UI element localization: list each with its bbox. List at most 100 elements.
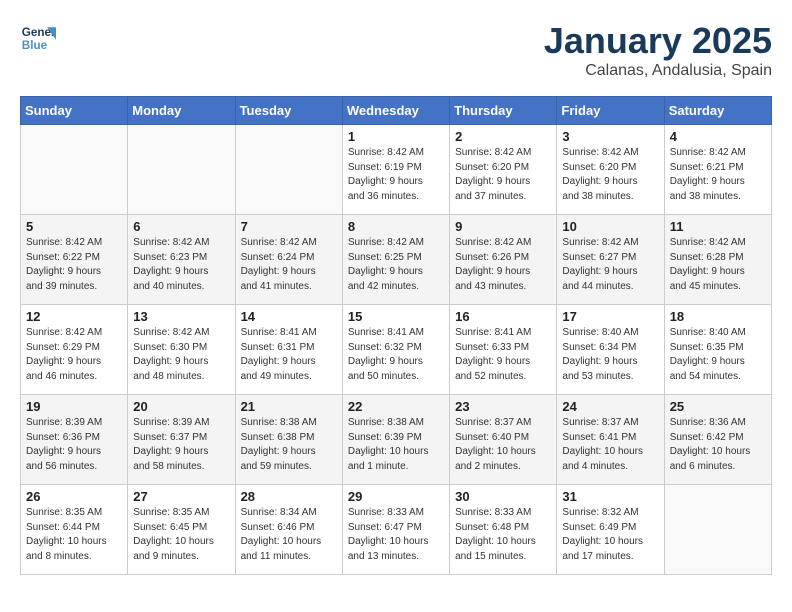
calendar-cell: 12Sunrise: 8:42 AM Sunset: 6:29 PM Dayli…: [21, 305, 128, 395]
header-row: SundayMondayTuesdayWednesdayThursdayFrid…: [21, 97, 772, 125]
calendar-cell: 28Sunrise: 8:34 AM Sunset: 6:46 PM Dayli…: [235, 485, 342, 575]
day-info: Sunrise: 8:42 AM Sunset: 6:26 PM Dayligh…: [455, 236, 551, 294]
title-block: January 2025 Calanas, Andalusia, Spain: [544, 20, 772, 80]
logo-icon: General Blue: [20, 20, 56, 56]
day-number: 6: [133, 219, 229, 234]
day-number: 19: [26, 399, 122, 414]
calendar-cell: 31Sunrise: 8:32 AM Sunset: 6:49 PM Dayli…: [557, 485, 664, 575]
day-info: Sunrise: 8:33 AM Sunset: 6:48 PM Dayligh…: [455, 506, 551, 564]
calendar-cell: 8 Sunrise: 8:42 AM Sunset: 6:25 PM Daylig…: [342, 215, 449, 305]
day-number: 20: [133, 399, 229, 414]
calendar-cell: 27Sunrise: 8:35 AM Sunset: 6:45 PM Dayli…: [128, 485, 235, 575]
logo: General Blue General Blue: [20, 20, 56, 56]
day-number: 28: [241, 489, 337, 504]
calendar-cell: 4 Sunrise: 8:42 AM Sunset: 6:21 PM Daylig…: [664, 125, 771, 215]
calendar-cell: 18 Sunrise: 8:40 AM Sunset: 6:35 PM Dayli…: [664, 305, 771, 395]
calendar-cell: 10 Sunrise: 8:42 AM Sunset: 6:27 PM Dayli…: [557, 215, 664, 305]
calendar-table: SundayMondayTuesdayWednesdayThursdayFrid…: [20, 96, 772, 575]
day-number: 18: [670, 309, 766, 324]
day-number: 11: [670, 219, 766, 234]
day-info: Sunrise: 8:32 AM Sunset: 6:49 PM Dayligh…: [562, 506, 658, 564]
day-info: Sunrise: 8:39 AM Sunset: 6:36 PM Dayligh…: [26, 416, 122, 474]
day-info: Sunrise: 8:42 AM Sunset: 6:20 PM Dayligh…: [455, 146, 551, 204]
calendar-cell: 13 Sunrise: 8:42 AM Sunset: 6:30 PM Dayli…: [128, 305, 235, 395]
day-number: 2: [455, 129, 551, 144]
calendar-cell: 3Sunrise: 8:42 AM Sunset: 6:20 PM Daylig…: [557, 125, 664, 215]
calendar-cell: 19 Sunrise: 8:39 AM Sunset: 6:36 PM Dayli…: [21, 395, 128, 485]
day-info: Sunrise: 8:41 AM Sunset: 6:33 PM Dayligh…: [455, 326, 551, 384]
calendar-cell: 24 Sunrise: 8:37 AM Sunset: 6:41 PM Dayli…: [557, 395, 664, 485]
page-header: General Blue General Blue January 2025 C…: [20, 20, 772, 80]
day-number: 17: [562, 309, 658, 324]
calendar-cell: 21Sunrise: 8:38 AM Sunset: 6:38 PM Dayli…: [235, 395, 342, 485]
day-number: 14: [241, 309, 337, 324]
day-number: 26: [26, 489, 122, 504]
day-info: Sunrise: 8:42 AM Sunset: 6:19 PM Dayligh…: [348, 146, 444, 204]
calendar-week-2: 5Sunrise: 8:42 AM Sunset: 6:22 PM Daylig…: [21, 215, 772, 305]
day-number: 24: [562, 399, 658, 414]
calendar-cell: 1 Sunrise: 8:42 AM Sunset: 6:19 PM Daylig…: [342, 125, 449, 215]
day-info: Sunrise: 8:33 AM Sunset: 6:47 PM Dayligh…: [348, 506, 444, 564]
calendar-cell: 22 Sunrise: 8:38 AM Sunset: 6:39 PM Dayli…: [342, 395, 449, 485]
calendar-subtitle: Calanas, Andalusia, Spain: [544, 62, 772, 80]
day-info: Sunrise: 8:42 AM Sunset: 6:24 PM Dayligh…: [241, 236, 337, 294]
calendar-cell: 20 Sunrise: 8:39 AM Sunset: 6:37 PM Dayli…: [128, 395, 235, 485]
day-info: Sunrise: 8:42 AM Sunset: 6:25 PM Dayligh…: [348, 236, 444, 294]
header-cell-monday: Monday: [128, 97, 235, 125]
header-cell-sunday: Sunday: [21, 97, 128, 125]
day-number: 9: [455, 219, 551, 234]
calendar-cell: 5Sunrise: 8:42 AM Sunset: 6:22 PM Daylig…: [21, 215, 128, 305]
calendar-cell: 11 Sunrise: 8:42 AM Sunset: 6:28 PM Dayli…: [664, 215, 771, 305]
calendar-cell: [21, 125, 128, 215]
calendar-cell: 30Sunrise: 8:33 AM Sunset: 6:48 PM Dayli…: [450, 485, 557, 575]
calendar-header: SundayMondayTuesdayWednesdayThursdayFrid…: [21, 97, 772, 125]
day-number: 29: [348, 489, 444, 504]
header-cell-friday: Friday: [557, 97, 664, 125]
day-info: Sunrise: 8:42 AM Sunset: 6:23 PM Dayligh…: [133, 236, 229, 294]
day-info: Sunrise: 8:42 AM Sunset: 6:22 PM Dayligh…: [26, 236, 122, 294]
day-info: Sunrise: 8:36 AM Sunset: 6:42 PM Dayligh…: [670, 416, 766, 474]
day-number: 8: [348, 219, 444, 234]
day-info: Sunrise: 8:40 AM Sunset: 6:35 PM Dayligh…: [670, 326, 766, 384]
day-info: Sunrise: 8:37 AM Sunset: 6:40 PM Dayligh…: [455, 416, 551, 474]
day-number: 12: [26, 309, 122, 324]
day-info: Sunrise: 8:42 AM Sunset: 6:27 PM Dayligh…: [562, 236, 658, 294]
calendar-title: January 2025: [544, 20, 772, 62]
day-number: 10: [562, 219, 658, 234]
calendar-cell: 26 Sunrise: 8:35 AM Sunset: 6:44 PM Dayli…: [21, 485, 128, 575]
day-info: Sunrise: 8:35 AM Sunset: 6:44 PM Dayligh…: [26, 506, 122, 564]
day-info: Sunrise: 8:40 AM Sunset: 6:34 PM Dayligh…: [562, 326, 658, 384]
day-info: Sunrise: 8:37 AM Sunset: 6:41 PM Dayligh…: [562, 416, 658, 474]
day-number: 23: [455, 399, 551, 414]
calendar-cell: 16 Sunrise: 8:41 AM Sunset: 6:33 PM Dayli…: [450, 305, 557, 395]
day-number: 22: [348, 399, 444, 414]
calendar-week-5: 26 Sunrise: 8:35 AM Sunset: 6:44 PM Dayli…: [21, 485, 772, 575]
day-number: 21: [241, 399, 337, 414]
calendar-cell: [128, 125, 235, 215]
calendar-cell: 25 Sunrise: 8:36 AM Sunset: 6:42 PM Dayli…: [664, 395, 771, 485]
day-number: 16: [455, 309, 551, 324]
calendar-week-4: 19 Sunrise: 8:39 AM Sunset: 6:36 PM Dayli…: [21, 395, 772, 485]
day-info: Sunrise: 8:42 AM Sunset: 6:30 PM Dayligh…: [133, 326, 229, 384]
day-number: 4: [670, 129, 766, 144]
day-number: 15: [348, 309, 444, 324]
day-info: Sunrise: 8:35 AM Sunset: 6:45 PM Dayligh…: [133, 506, 229, 564]
day-info: Sunrise: 8:42 AM Sunset: 6:21 PM Dayligh…: [670, 146, 766, 204]
calendar-cell: [664, 485, 771, 575]
day-number: 13: [133, 309, 229, 324]
header-cell-tuesday: Tuesday: [235, 97, 342, 125]
calendar-cell: 29 Sunrise: 8:33 AM Sunset: 6:47 PM Dayli…: [342, 485, 449, 575]
calendar-cell: 7Sunrise: 8:42 AM Sunset: 6:24 PM Daylig…: [235, 215, 342, 305]
calendar-cell: 17 Sunrise: 8:40 AM Sunset: 6:34 PM Dayli…: [557, 305, 664, 395]
day-info: Sunrise: 8:42 AM Sunset: 6:20 PM Dayligh…: [562, 146, 658, 204]
calendar-cell: 9 Sunrise: 8:42 AM Sunset: 6:26 PM Daylig…: [450, 215, 557, 305]
svg-text:Blue: Blue: [22, 39, 48, 52]
day-info: Sunrise: 8:39 AM Sunset: 6:37 PM Dayligh…: [133, 416, 229, 474]
day-number: 25: [670, 399, 766, 414]
header-cell-wednesday: Wednesday: [342, 97, 449, 125]
day-number: 1: [348, 129, 444, 144]
calendar-week-3: 12Sunrise: 8:42 AM Sunset: 6:29 PM Dayli…: [21, 305, 772, 395]
day-info: Sunrise: 8:38 AM Sunset: 6:39 PM Dayligh…: [348, 416, 444, 474]
day-info: Sunrise: 8:41 AM Sunset: 6:31 PM Dayligh…: [241, 326, 337, 384]
day-info: Sunrise: 8:42 AM Sunset: 6:28 PM Dayligh…: [670, 236, 766, 294]
